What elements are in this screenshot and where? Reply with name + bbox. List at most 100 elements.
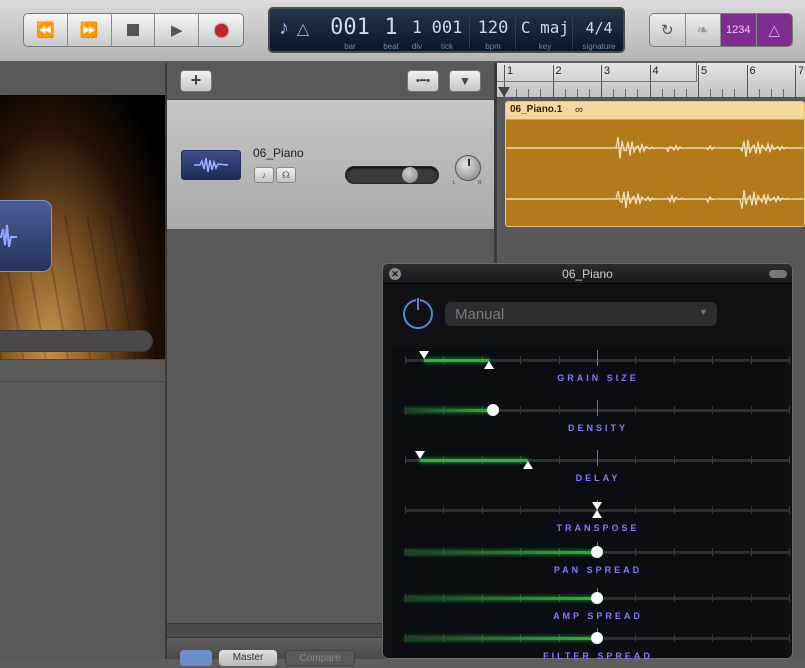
div-value: 1 xyxy=(411,18,423,38)
plugin-titlebar: ✕ 06_Piano xyxy=(383,264,792,284)
slider-knob[interactable] xyxy=(487,404,500,416)
power-icon-stem xyxy=(417,298,419,310)
slider-knob[interactable] xyxy=(591,546,603,558)
key-value: C maj xyxy=(520,18,570,37)
plugin-slider-transpose[interactable]: TRANSPOSE xyxy=(405,496,791,540)
slider-tick xyxy=(635,594,637,602)
slider-tick xyxy=(789,406,790,414)
collapse-button[interactable] xyxy=(769,270,787,278)
tick-value: 001 xyxy=(431,18,463,38)
power-button[interactable] xyxy=(403,296,433,329)
slider-tick xyxy=(597,350,598,366)
cycle-region[interactable] xyxy=(497,63,697,82)
smart-controls-filter-button[interactable]: ▼ xyxy=(449,70,481,92)
mute-button[interactable]: ♪ xyxy=(254,167,274,183)
add-track-button[interactable]: + xyxy=(180,70,212,92)
preset-dropdown[interactable]: Manual ▼ xyxy=(445,302,717,326)
slider-min-handle[interactable] xyxy=(419,351,430,359)
lcd-divider xyxy=(469,15,470,49)
ruler-beat-tick xyxy=(516,89,517,97)
play-button[interactable]: ▶ xyxy=(155,14,200,46)
controls-panel: GRAIN SIZE DENSITY DELAY TRANSPOSE PAN SPREA… xyxy=(393,346,790,661)
slider-tick xyxy=(750,456,752,464)
pan-knob[interactable] xyxy=(455,155,481,181)
track-header[interactable]: 06_Piano ♪ ☊ L R xyxy=(167,100,494,230)
playhead[interactable] xyxy=(498,87,510,97)
key-display[interactable]: C maj key xyxy=(519,9,571,51)
metronome-icon[interactable]: △ xyxy=(292,9,314,51)
automation-button[interactable]: •━• xyxy=(407,70,439,92)
bpm-display[interactable]: 120 bpm xyxy=(473,9,513,51)
ruler-beat-tick xyxy=(576,89,578,97)
slider-tick xyxy=(635,406,637,414)
plugin-slider-amp-spread[interactable]: AMP SPREAD xyxy=(405,584,791,628)
slider-fill xyxy=(420,459,528,462)
ruler-beat-tick xyxy=(625,89,626,97)
tuner-button[interactable]: ❧ xyxy=(686,14,721,46)
filter-icon: ▼ xyxy=(459,74,471,88)
ruler-bar-line xyxy=(746,65,748,97)
cycle-button[interactable]: ↻ xyxy=(650,14,686,46)
slider-tick xyxy=(405,506,406,514)
fast-forward-button[interactable]: ⏩ xyxy=(68,14,112,46)
ruler-beat-tick xyxy=(673,89,675,97)
fast-forward-icon: ⏩ xyxy=(79,22,99,39)
slider-tick xyxy=(405,456,406,464)
bar-value: 001 xyxy=(330,15,370,40)
info-button[interactable] xyxy=(180,650,212,666)
audio-region[interactable]: 06_Piano.1 ∞ xyxy=(505,101,805,227)
ruler-beat-tick xyxy=(564,89,566,97)
slider-knob[interactable] xyxy=(591,632,603,644)
plugin-slider-filter-spread[interactable]: FILTER SPREAD xyxy=(405,624,791,668)
bar-label: bar xyxy=(344,42,356,51)
tick-display: 001 tick xyxy=(430,9,464,51)
library-panel xyxy=(0,63,165,659)
metronome-button[interactable]: △ xyxy=(756,14,792,46)
slider-tick xyxy=(712,548,714,556)
slider-tick xyxy=(750,594,752,602)
slider-tick xyxy=(673,548,675,556)
slider-tick xyxy=(635,356,637,364)
chevron-down-icon: ▼ xyxy=(699,307,708,317)
ruler-beat-tick xyxy=(770,89,772,97)
beat-display: 1 beat xyxy=(376,9,406,51)
tuner-icon[interactable]: ♪ xyxy=(274,9,294,51)
plugin-slider-grain-size[interactable]: GRAIN SIZE xyxy=(405,346,791,390)
slider-tick xyxy=(673,406,675,414)
mute-icon: ♪ xyxy=(261,170,267,180)
lcd-divider xyxy=(515,15,516,49)
slider-min-handle[interactable] xyxy=(415,451,426,459)
plugin-slider-density[interactable]: DENSITY xyxy=(405,396,791,440)
compare-tab[interactable]: Compare xyxy=(285,650,355,666)
patch-button[interactable] xyxy=(0,200,52,272)
slider-knob[interactable] xyxy=(591,592,603,604)
master-tab[interactable]: Master xyxy=(219,650,277,666)
bpm-value: 120 xyxy=(477,18,509,38)
region-waveform xyxy=(506,136,804,209)
signature-display[interactable]: 4/4 signature xyxy=(575,9,623,51)
count-in-button[interactable]: 1234 xyxy=(721,14,757,46)
volume-slider[interactable] xyxy=(345,166,439,184)
plugin-slider-pan-spread[interactable]: PAN SPREAD xyxy=(405,538,791,582)
slider-max-handle[interactable] xyxy=(522,461,533,469)
plugin-slider-delay[interactable]: DELAY xyxy=(405,446,791,490)
slider-max-handle[interactable] xyxy=(484,361,495,369)
slider-label: DELAY xyxy=(575,473,621,483)
control-bar: ⏪ ⏩ ▶ ♪ △ 001 bar 1 beat 1 div 001 tick 120 b… xyxy=(0,0,805,62)
volume-knob[interactable] xyxy=(402,167,418,183)
slider-handle[interactable] xyxy=(592,502,602,510)
slider-tick xyxy=(520,356,522,364)
track-name[interactable]: 06_Piano xyxy=(253,146,304,160)
ruler[interactable]: 1234567 xyxy=(497,63,805,98)
record-button[interactable] xyxy=(199,14,243,46)
rewind-button[interactable]: ⏪ xyxy=(24,14,68,46)
ruler-mark: 5 xyxy=(701,65,708,77)
ruler-mark: 6 xyxy=(749,65,756,77)
stop-button[interactable] xyxy=(112,14,156,46)
slider-label: FILTER SPREAD xyxy=(543,651,653,661)
slider-handle[interactable] xyxy=(592,510,602,518)
slider-tick xyxy=(789,634,790,642)
lcd-display[interactable]: ♪ △ 001 bar 1 beat 1 div 001 tick 120 bpm C m… xyxy=(268,7,625,53)
solo-button[interactable]: ☊ xyxy=(276,167,296,183)
library-search-field[interactable] xyxy=(0,330,153,352)
